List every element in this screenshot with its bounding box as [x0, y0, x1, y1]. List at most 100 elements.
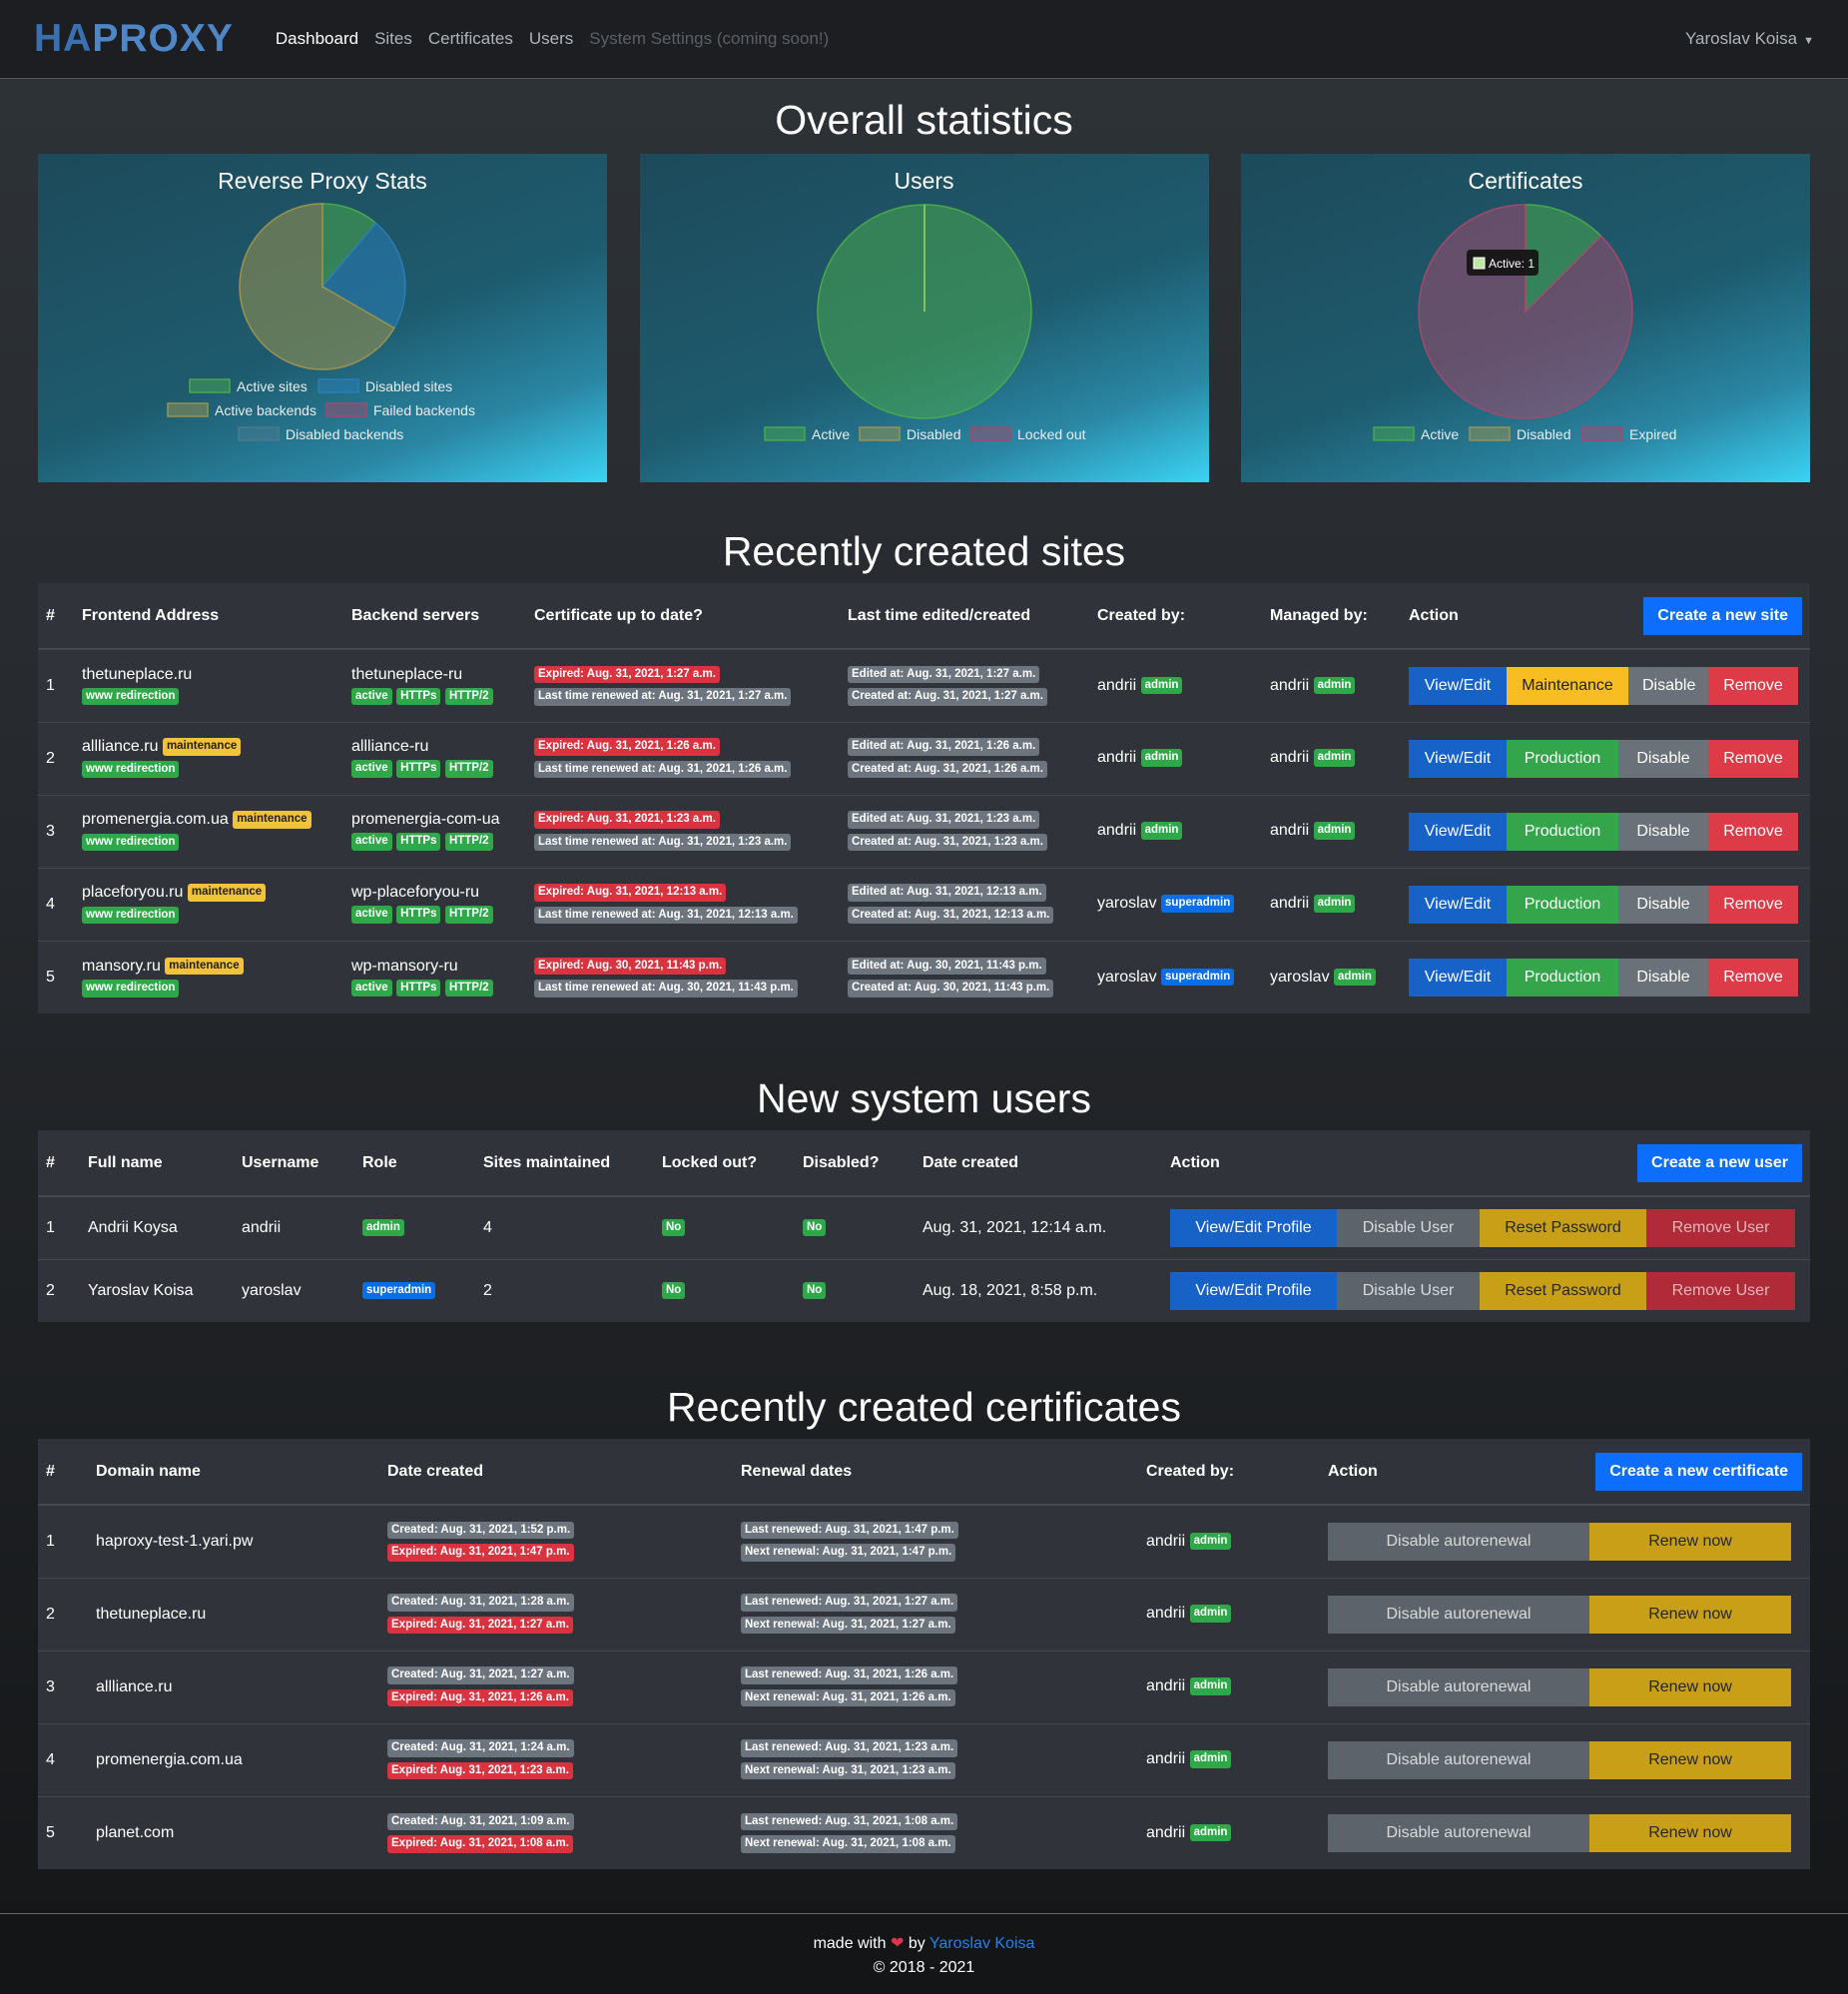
edited-cell: Edited at: Aug. 31, 2021, 1:27 a.m. Creat… — [840, 648, 1089, 722]
date-created-cell: Created: Aug. 31, 2021, 1:28 a.m. Expired… — [379, 1577, 733, 1651]
edited-cell: Edited at: Aug. 31, 2021, 1:23 a.m. Creat… — [840, 794, 1089, 868]
renew-now-button[interactable]: Renew now — [1589, 1740, 1791, 1779]
production-button[interactable]: Production — [1507, 739, 1618, 778]
nav-sites[interactable]: Sites — [374, 29, 412, 49]
legend-item[interactable]: Active — [1373, 426, 1459, 442]
remove-button[interactable]: Remove — [1708, 666, 1798, 705]
legend-item[interactable]: Disabled — [1469, 426, 1570, 442]
role-badge: admin — [1189, 1750, 1232, 1769]
legend-label: Disabled backends — [286, 426, 403, 442]
disable-autorenewal-button[interactable]: Disable autorenewal — [1328, 1667, 1589, 1706]
disable-button[interactable]: Disable — [1618, 812, 1708, 851]
renewed-badge: Last time renewed at: Aug. 31, 2021, 1:2… — [534, 760, 792, 779]
domain-name[interactable]: haproxy-test-1.yari.pw — [88, 1504, 379, 1578]
renew-now-button[interactable]: Renew now — [1589, 1813, 1791, 1852]
renew-now-button[interactable]: Renew now — [1589, 1522, 1791, 1561]
navbar: HAPROXY Dashboard Sites Certificates Use… — [0, 0, 1848, 79]
domain-name[interactable]: thetuneplace.ru — [88, 1577, 379, 1651]
pie-slice[interactable] — [1418, 204, 1633, 419]
backend-cell: promenergia-com-ua active HTTPs HTTP/2 — [343, 794, 526, 868]
copyright: © 2018 - 2021 — [873, 1959, 975, 1976]
legend-item[interactable]: Active backends — [167, 402, 316, 418]
remove-button[interactable]: Remove — [1708, 958, 1798, 997]
legend-swatch — [238, 426, 280, 441]
legend-item[interactable]: Active sites — [189, 378, 308, 394]
create-certs-button[interactable]: Create a new certificate — [1595, 1452, 1802, 1491]
create-sites-button[interactable]: Create a new site — [1643, 596, 1802, 635]
backend-cell: wp-mansory-ru active HTTPs HTTP/2 — [343, 940, 526, 1013]
role-badge: admin — [362, 1218, 404, 1237]
domain-name[interactable]: planet.com — [88, 1795, 379, 1869]
frontend-address[interactable]: mansory.ru — [82, 958, 161, 975]
author-link[interactable]: Yaroslav Koisa — [929, 1935, 1035, 1952]
legend-item[interactable]: Expired — [1581, 426, 1676, 442]
production-button[interactable]: Production — [1507, 958, 1618, 997]
maintenance-button[interactable]: Maintenance — [1507, 666, 1628, 705]
remove-button[interactable]: Remove — [1708, 885, 1798, 924]
legend-item[interactable]: Disabled backends — [238, 426, 403, 442]
legend-item[interactable]: Disabled — [858, 426, 960, 442]
legend-item[interactable]: Failed backends — [325, 402, 475, 418]
renew-now-button[interactable]: Renew now — [1589, 1595, 1791, 1634]
expired-badge: Expired: Aug. 31, 2021, 1:26 a.m. — [534, 738, 720, 757]
frontend-address[interactable]: promenergia.com.ua — [82, 812, 229, 829]
reset-password-button[interactable]: Reset Password — [1480, 1208, 1646, 1247]
view-edit-button[interactable]: View/Edit — [1409, 958, 1507, 997]
nav-users[interactable]: Users — [529, 29, 573, 49]
domain-name[interactable]: allliance.ru — [88, 1650, 379, 1723]
next-renewal-badge: Next renewal: Aug. 31, 2021, 1:08 a.m. — [741, 1834, 955, 1853]
disable-autorenewal-button[interactable]: Disable autorenewal — [1328, 1522, 1589, 1561]
certs-title: Recently created certificates — [666, 1384, 1181, 1430]
view-edit-profile-button[interactable]: View/Edit Profile — [1170, 1271, 1337, 1310]
nav-certificates[interactable]: Certificates — [428, 29, 513, 49]
row-number: 3 — [38, 794, 74, 868]
redirect-badge: www redirection — [82, 833, 180, 852]
remove-user-button[interactable]: Remove User — [1646, 1271, 1795, 1310]
disable-button[interactable]: Disable — [1618, 885, 1708, 924]
disable-button[interactable]: Disable — [1628, 666, 1708, 705]
haproxy-logo[interactable]: HAPROXY — [34, 17, 234, 61]
sites-table: # Frontend Address Backend servers Certific… — [38, 583, 1810, 1013]
remove-button[interactable]: Remove — [1708, 739, 1798, 778]
row-number: 2 — [38, 721, 74, 795]
disable-button[interactable]: Disable — [1618, 958, 1708, 997]
view-edit-profile-button[interactable]: View/Edit Profile — [1170, 1208, 1337, 1247]
view-edit-button[interactable]: View/Edit — [1409, 885, 1507, 924]
renew-now-button[interactable]: Renew now — [1589, 1667, 1791, 1706]
remove-button[interactable]: Remove — [1708, 812, 1798, 851]
view-edit-button[interactable]: View/Edit — [1409, 739, 1507, 778]
legend-swatch — [763, 426, 806, 441]
username: andrii — [234, 1195, 354, 1259]
disable-user-button[interactable]: Disable User — [1337, 1271, 1480, 1310]
remove-user-button[interactable]: Remove User — [1646, 1208, 1795, 1247]
edited-badge: Edited at: Aug. 30, 2021, 11:43 p.m. — [848, 957, 1046, 976]
frontend-address[interactable]: allliance.ru — [82, 739, 158, 756]
column-header: Full name — [88, 1153, 163, 1171]
reset-password-button[interactable]: Reset Password — [1480, 1271, 1646, 1310]
legend-item[interactable]: Locked out — [968, 426, 1086, 442]
disable-autorenewal-button[interactable]: Disable autorenewal — [1328, 1740, 1589, 1779]
production-button[interactable]: Production — [1507, 812, 1618, 851]
user-menu[interactable]: Yaroslav Koisa ▼ — [1685, 29, 1814, 49]
view-edit-button[interactable]: View/Edit — [1409, 812, 1507, 851]
frontend-address[interactable]: thetuneplace.ru — [82, 666, 192, 683]
create-users-button[interactable]: Create a new user — [1637, 1143, 1802, 1182]
disable-autorenewal-button[interactable]: Disable autorenewal — [1328, 1813, 1589, 1852]
locked-cell: No — [654, 1258, 795, 1322]
date-created-cell: Created: Aug. 31, 2021, 1:24 a.m. Expired… — [379, 1722, 733, 1796]
legend-item[interactable]: Active — [763, 426, 850, 442]
disable-user-button[interactable]: Disable User — [1337, 1208, 1480, 1247]
domain-name[interactable]: promenergia.com.ua — [88, 1722, 379, 1796]
production-button[interactable]: Production — [1507, 885, 1618, 924]
frontend-address[interactable]: placeforyou.ru — [82, 885, 183, 902]
disable-autorenewal-button[interactable]: Disable autorenewal — [1328, 1595, 1589, 1634]
disable-button[interactable]: Disable — [1618, 739, 1708, 778]
column-header: Date created — [387, 1462, 484, 1480]
legend-swatch — [1373, 426, 1415, 441]
renewal-dates-cell: Last renewed: Aug. 31, 2021, 1:26 a.m. Ne… — [733, 1650, 1138, 1723]
role-badge: superadmin — [362, 1281, 436, 1300]
legend-item[interactable]: Disabled sites — [317, 378, 452, 394]
next-renewal-badge: Next renewal: Aug. 31, 2021, 1:27 a.m. — [741, 1616, 955, 1635]
view-edit-button[interactable]: View/Edit — [1409, 666, 1507, 705]
nav-dashboard[interactable]: Dashboard — [276, 29, 358, 49]
